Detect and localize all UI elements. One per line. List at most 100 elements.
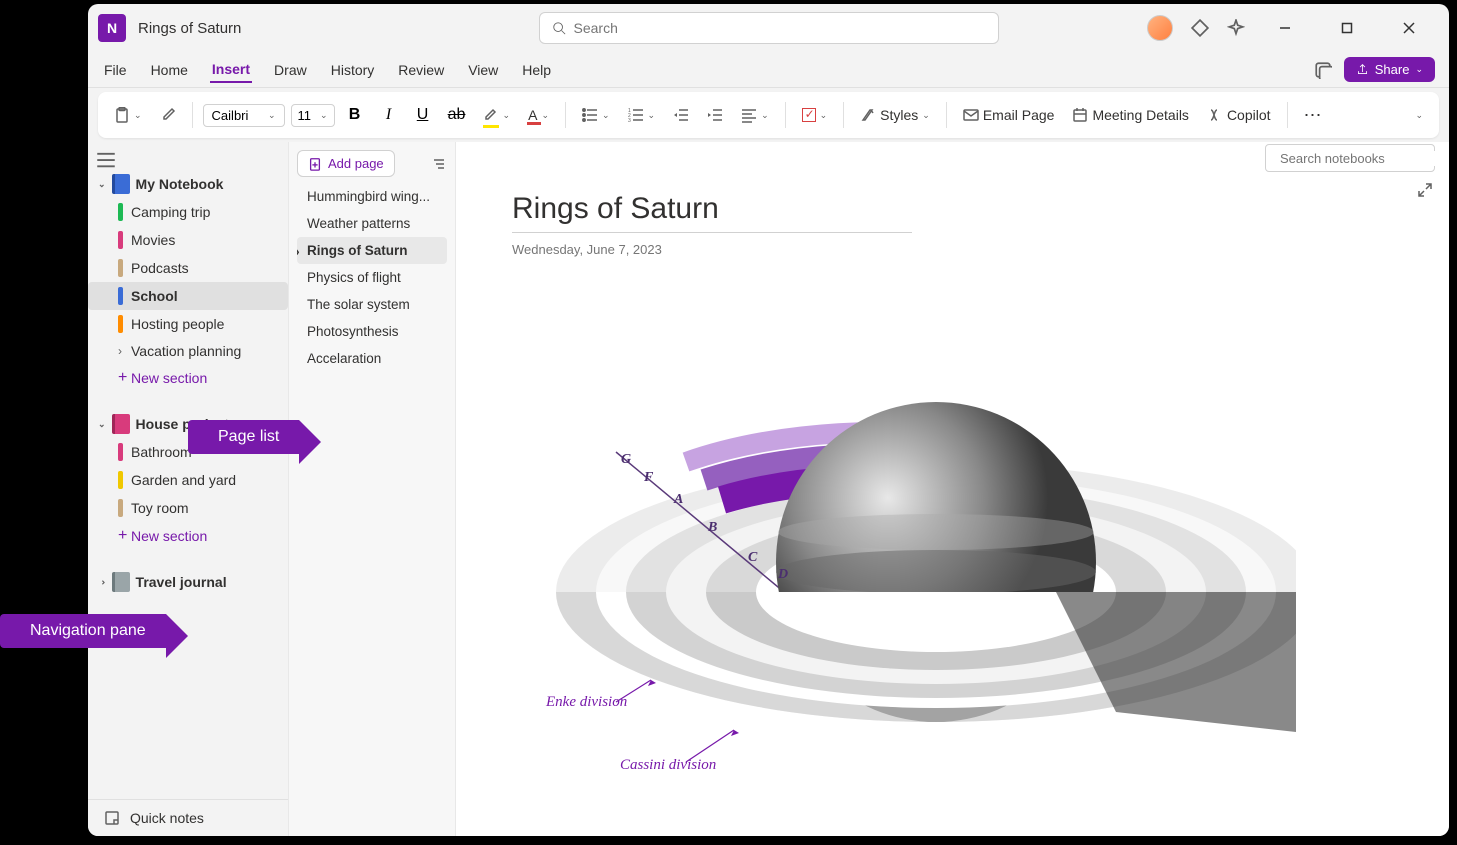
- page-hummingbird[interactable]: Hummingbird wing...: [297, 183, 447, 210]
- section-garden[interactable]: Garden and yard: [88, 466, 288, 494]
- window-title: Rings of Saturn: [138, 20, 241, 37]
- section-camping-trip[interactable]: Camping trip: [88, 198, 288, 226]
- page-canvas[interactable]: ⌄ Rings of Saturn Wednesday, June 7, 202…: [456, 142, 1449, 836]
- page-physics[interactable]: Physics of flight: [297, 264, 447, 291]
- bold-button[interactable]: B: [341, 101, 369, 129]
- menu-history[interactable]: History: [329, 58, 377, 82]
- section-vacation[interactable]: ›Vacation planning: [88, 338, 288, 364]
- new-section-label: New section: [131, 370, 207, 386]
- menu-home[interactable]: Home: [149, 58, 190, 82]
- paste-button[interactable]: ⌄: [108, 103, 148, 127]
- close-button[interactable]: [1387, 13, 1431, 43]
- section-toy-room[interactable]: Toy room: [88, 494, 288, 522]
- chevron-down-icon: ⌄: [820, 110, 828, 121]
- search-icon: [552, 21, 566, 35]
- meeting-icon: [1072, 107, 1088, 123]
- quick-notes-button[interactable]: Quick notes: [88, 799, 288, 836]
- checkbox-icon: ✓: [802, 108, 816, 122]
- brush-icon: [160, 107, 176, 123]
- email-page-button[interactable]: Email Page: [957, 103, 1061, 127]
- chevron-down-icon: ⌄: [134, 110, 142, 121]
- add-page-button[interactable]: Add page: [297, 150, 395, 177]
- page-photosynthesis[interactable]: Photosynthesis: [297, 318, 447, 345]
- share-button[interactable]: Share ⌄: [1344, 57, 1435, 82]
- section-label: Vacation planning: [131, 343, 241, 359]
- outdent-icon: [673, 107, 689, 123]
- nav-toggle-icon[interactable]: [96, 150, 116, 170]
- ribbon-collapse-button[interactable]: ⌄: [1409, 106, 1429, 125]
- menu-view[interactable]: View: [466, 58, 500, 82]
- font-name: Cailbri: [212, 108, 249, 123]
- menu-insert[interactable]: Insert: [210, 57, 252, 83]
- search-notebooks-box[interactable]: ⌄: [1265, 144, 1435, 172]
- font-size-select[interactable]: 11 ⌄: [291, 104, 335, 127]
- plus-icon: +: [118, 369, 123, 387]
- chevron-down-icon: ⌄: [98, 179, 106, 190]
- align-icon: [741, 107, 757, 123]
- note-title[interactable]: Rings of Saturn: [512, 192, 912, 233]
- section-movies[interactable]: Movies: [88, 226, 288, 254]
- section-podcasts[interactable]: Podcasts: [88, 254, 288, 282]
- notebook-name: Travel journal: [136, 574, 227, 590]
- new-section-button[interactable]: + New section: [88, 364, 288, 392]
- font-color-button[interactable]: A ⌄: [522, 103, 555, 127]
- open-in-new-icon[interactable]: [1314, 61, 1332, 79]
- styles-icon: [860, 107, 876, 123]
- menu-file[interactable]: File: [102, 58, 129, 82]
- page-acceleration[interactable]: Accelaration: [297, 345, 447, 372]
- outdent-button[interactable]: [667, 103, 695, 127]
- meeting-button[interactable]: Meeting Details: [1066, 103, 1195, 127]
- notebook-name: My Notebook: [136, 176, 224, 192]
- indent-button[interactable]: [701, 103, 729, 127]
- styles-button[interactable]: Styles ⌄: [854, 103, 936, 127]
- sparkle-icon[interactable]: [1227, 19, 1245, 37]
- highlight-button[interactable]: ⌄: [477, 102, 517, 129]
- todo-tag-button[interactable]: ✓ ⌄: [796, 104, 834, 126]
- avatar[interactable]: [1147, 15, 1173, 41]
- more-button[interactable]: ⋯: [1298, 101, 1330, 130]
- ribbon: ⌄ Cailbri ⌄ 11 ⌄ B I U ab ⌄ A ⌄: [98, 92, 1439, 138]
- notebook-header-travel-journal[interactable]: ⌄ Travel journal: [88, 568, 288, 596]
- font-select[interactable]: Cailbri ⌄: [203, 104, 285, 127]
- page-weather[interactable]: Weather patterns: [297, 210, 447, 237]
- format-painter-button[interactable]: [154, 103, 182, 127]
- underline-button[interactable]: U: [409, 101, 437, 129]
- align-button[interactable]: ⌄: [735, 103, 775, 127]
- maximize-button[interactable]: [1325, 13, 1369, 43]
- section-hosting[interactable]: Hosting people: [88, 310, 288, 338]
- expand-icon[interactable]: [1417, 182, 1433, 198]
- section-school[interactable]: School: [88, 282, 288, 310]
- indent-icon: [707, 107, 723, 123]
- sort-icon[interactable]: [431, 156, 447, 172]
- diamond-icon[interactable]: [1191, 19, 1209, 37]
- meeting-label: Meeting Details: [1092, 107, 1189, 123]
- section-label: Camping trip: [131, 204, 210, 220]
- email-icon: [963, 107, 979, 123]
- ring-label-g: G: [621, 452, 631, 468]
- search-notebooks-input[interactable]: [1280, 151, 1449, 166]
- chevron-down-icon: ⌄: [648, 110, 656, 121]
- notebook-header-my-notebook[interactable]: ⌄ My Notebook: [88, 170, 288, 198]
- bullets-button[interactable]: ⌄: [576, 103, 616, 127]
- add-page-label: Add page: [328, 156, 384, 171]
- navigation-pane: ⌄ My Notebook Camping trip Movies Podcas…: [88, 142, 288, 836]
- new-section-button-2[interactable]: +New section: [88, 522, 288, 550]
- notebook-icon: [112, 414, 130, 434]
- chevron-down-icon: ⌄: [761, 110, 769, 121]
- menu-review[interactable]: Review: [396, 58, 446, 82]
- menu-draw[interactable]: Draw: [272, 58, 309, 82]
- numbered-button[interactable]: 123 ⌄: [622, 103, 662, 127]
- page-solar-system[interactable]: The solar system: [297, 291, 447, 318]
- search-box[interactable]: [539, 12, 999, 44]
- titlebar-right: [1147, 13, 1439, 43]
- search-input[interactable]: [574, 20, 986, 36]
- menu-help[interactable]: Help: [520, 58, 553, 82]
- page-rings-of-saturn[interactable]: Rings of Saturn: [297, 237, 447, 264]
- italic-button[interactable]: I: [375, 101, 403, 129]
- minimize-button[interactable]: [1263, 13, 1307, 43]
- chevron-down-icon: ⌄: [1415, 64, 1423, 75]
- chevron-down-icon: ⌄: [602, 110, 610, 121]
- copilot-button[interactable]: Copilot: [1201, 103, 1277, 127]
- strikethrough-button[interactable]: ab: [443, 101, 471, 129]
- ring-label-b: B: [708, 520, 717, 536]
